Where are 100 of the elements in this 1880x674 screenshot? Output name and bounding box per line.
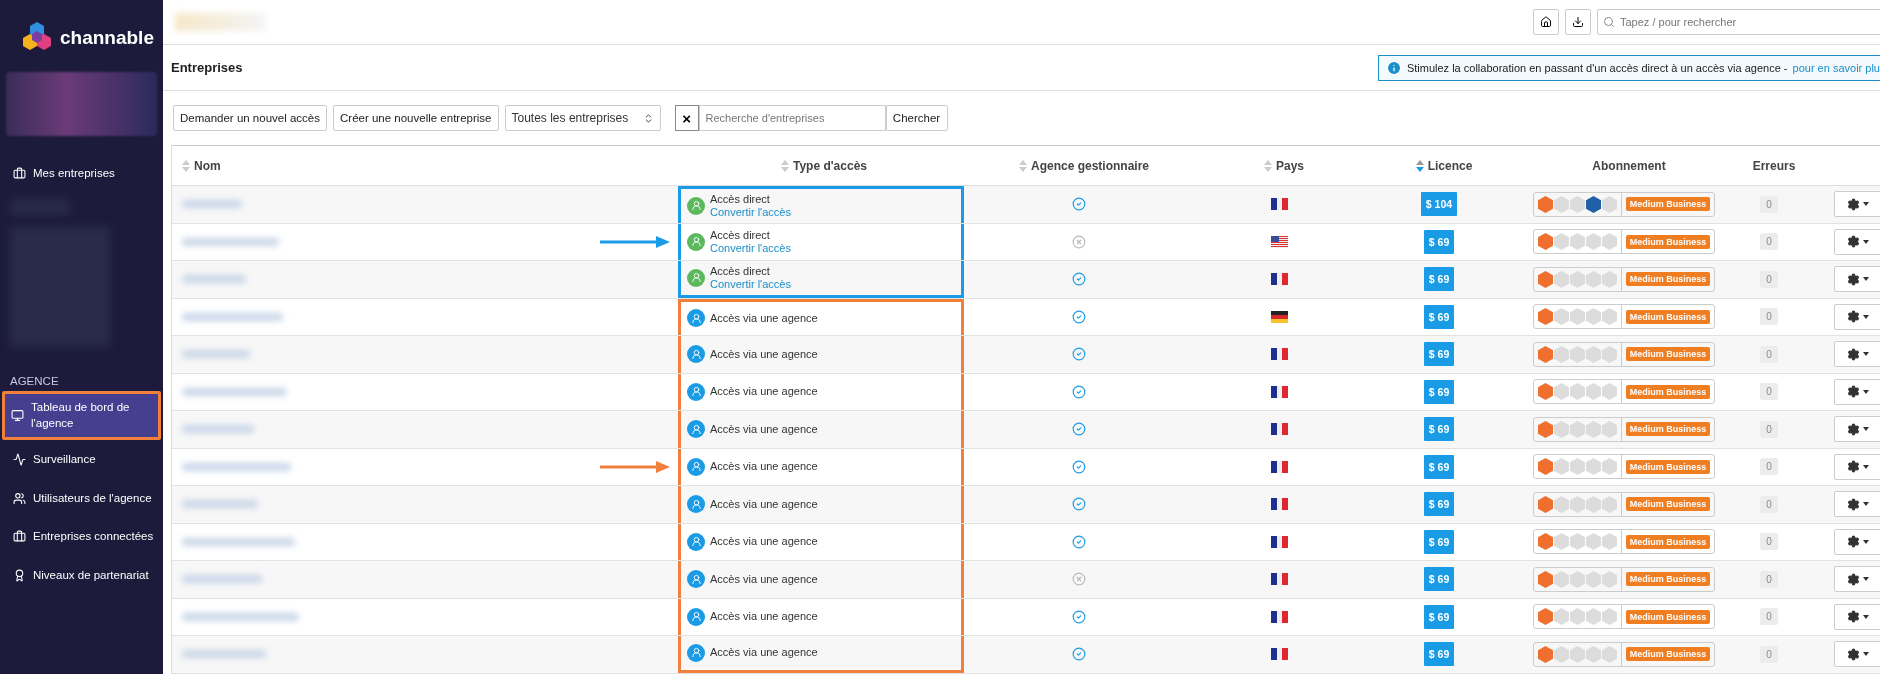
error-count: 0 xyxy=(1760,570,1778,588)
gear-icon xyxy=(1847,610,1860,624)
access-type: Accès direct xyxy=(710,264,771,278)
licence-badge: $ 69 xyxy=(1423,567,1455,592)
convert-link[interactable]: Convertir l'accès xyxy=(710,277,791,291)
settings-button[interactable] xyxy=(1834,378,1880,405)
user-icon xyxy=(687,495,705,514)
toolbar-button[interactable]: Créer une nouvelle entreprise xyxy=(333,105,499,131)
sidebar-item[interactable]: Surveillance xyxy=(2,440,161,479)
user-icon xyxy=(687,309,705,328)
error-count: 0 xyxy=(1760,458,1778,476)
home-button[interactable] xyxy=(1533,9,1559,35)
gear-icon xyxy=(1847,272,1860,286)
sidebar-item[interactable]: Utilisateurs de l'agence xyxy=(2,478,161,518)
redacted-text xyxy=(182,425,254,434)
home-icon xyxy=(1540,16,1552,28)
gear-icon xyxy=(1847,197,1860,211)
error-count: 0 xyxy=(1760,495,1778,513)
caret-icon xyxy=(1863,539,1869,544)
access-type: Accès via une agence xyxy=(710,535,818,549)
user-icon xyxy=(687,196,705,215)
redacted-text xyxy=(182,350,250,359)
plan-badge: Medium Business xyxy=(1625,309,1711,324)
licence-badge: $ 69 xyxy=(1423,267,1455,292)
user-icon xyxy=(687,643,705,662)
caret-icon xyxy=(1863,277,1869,282)
users-icon xyxy=(13,491,26,505)
access-type: Accès via une agence xyxy=(710,311,818,325)
monitor-icon xyxy=(11,408,24,422)
column-header[interactable]: Agence gestionnaire xyxy=(1031,158,1149,173)
error-count: 0 xyxy=(1760,270,1778,288)
access-type: Accès via une agence xyxy=(710,422,818,436)
plan-badge: Medium Business xyxy=(1625,347,1711,362)
settings-button[interactable] xyxy=(1834,491,1880,518)
pulse-icon xyxy=(13,452,26,466)
info-icon xyxy=(1385,59,1402,76)
convert-link[interactable]: Convertir l'accès xyxy=(710,241,791,255)
sidebar-item[interactable]: Entreprises connectées xyxy=(2,517,161,557)
licence-badge: $ 69 xyxy=(1423,529,1455,554)
learn-more-link[interactable]: pour en savoir plu xyxy=(1792,61,1880,74)
caret-icon xyxy=(1863,502,1869,507)
sidebar-item[interactable]: Niveaux de partenariat xyxy=(2,556,161,595)
settings-button[interactable] xyxy=(1834,341,1880,368)
caret-icon xyxy=(1863,577,1869,582)
download-button[interactable] xyxy=(1565,9,1591,35)
plan-badge: Medium Business xyxy=(1625,572,1711,587)
caret-icon xyxy=(1863,202,1869,207)
award-icon xyxy=(13,568,26,582)
plan-badge: Medium Business xyxy=(1625,272,1711,287)
redacted-text xyxy=(182,200,242,209)
settings-button[interactable] xyxy=(1834,641,1880,668)
caret-icon xyxy=(1863,652,1869,657)
search-field[interactable]: Tapez / pour rechercher xyxy=(1597,9,1880,35)
column-header: Abonnement xyxy=(1592,158,1666,173)
gear-icon xyxy=(1847,572,1860,586)
settings-button[interactable] xyxy=(1834,416,1880,443)
access-type: Accès via une agence xyxy=(710,610,818,624)
settings-button[interactable] xyxy=(1834,528,1880,555)
company-search-field[interactable]: Recherche d'entreprises xyxy=(698,105,886,131)
user-icon xyxy=(687,607,705,626)
column-header[interactable]: Licence xyxy=(1427,158,1473,173)
error-count: 0 xyxy=(1760,195,1778,213)
briefcase-icon xyxy=(13,530,26,544)
user-icon xyxy=(687,457,705,476)
licence-badge: $ 69 xyxy=(1423,454,1455,479)
brand-name: channable xyxy=(60,27,154,49)
column-header[interactable]: Nom xyxy=(194,158,221,173)
clear-button[interactable]: × xyxy=(674,105,699,131)
access-type: Accès direct xyxy=(710,228,771,242)
error-count: 0 xyxy=(1760,308,1778,326)
section-heading: AGENCE xyxy=(9,374,60,387)
settings-button[interactable] xyxy=(1834,566,1880,593)
settings-button[interactable] xyxy=(1834,266,1880,293)
error-count: 0 xyxy=(1760,233,1778,251)
settings-button[interactable] xyxy=(1834,453,1880,480)
settings-button[interactable] xyxy=(1834,303,1880,330)
column-header[interactable]: Pays xyxy=(1276,158,1304,173)
company-filter-select[interactable]: Toutes les entreprises xyxy=(504,105,661,131)
search-button[interactable]: Chercher xyxy=(885,105,948,131)
error-count: 0 xyxy=(1760,383,1778,401)
column-header: Erreurs xyxy=(1752,158,1796,173)
sort-icon[interactable] xyxy=(1415,159,1424,172)
gear-icon xyxy=(1847,310,1860,324)
sidebar-item[interactable]: Mes entreprises xyxy=(2,154,161,193)
plan-badge: Medium Business xyxy=(1625,534,1711,549)
caret-icon xyxy=(1863,352,1869,357)
gear-icon xyxy=(1847,497,1860,511)
caret-icon xyxy=(1863,614,1869,619)
plan-badge: Medium Business xyxy=(1625,384,1711,399)
settings-button[interactable] xyxy=(1834,228,1880,255)
sidebar-item[interactable]: Tableau de bord de l'agence xyxy=(2,390,161,440)
convert-link[interactable]: Convertir l'accès xyxy=(710,205,791,219)
toolbar-button[interactable]: Demander un nouvel accès xyxy=(173,105,327,131)
column-header[interactable]: Type d'accès xyxy=(793,158,867,173)
settings-button[interactable] xyxy=(1834,603,1880,630)
plan-badge: Medium Business xyxy=(1625,609,1711,624)
settings-button[interactable] xyxy=(1834,191,1880,218)
licence-badge: $ 69 xyxy=(1423,229,1455,254)
licence-badge: $ 69 xyxy=(1423,604,1455,629)
gear-icon xyxy=(1847,535,1860,549)
